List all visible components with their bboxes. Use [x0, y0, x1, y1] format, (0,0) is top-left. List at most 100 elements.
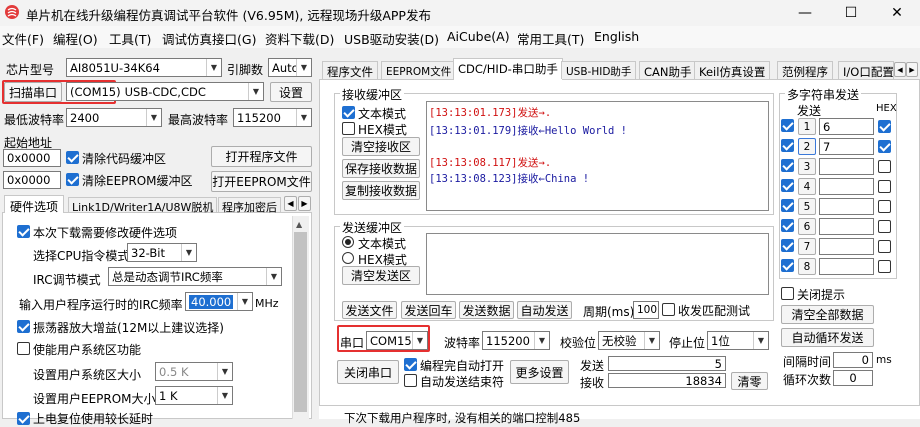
row-hex-checkbox[interactable] [878, 200, 891, 213]
menu-tools[interactable]: 工具(T) [109, 29, 151, 48]
clear-all-data-button[interactable]: 清空全部数据 [781, 305, 874, 324]
tab-scroll-left-icon[interactable]: ◀ [284, 196, 297, 211]
chip-model-select[interactable]: AI8051U-34K64 ▼ [66, 58, 222, 77]
sys-size-select[interactable]: 0.5 K ▼ [155, 362, 233, 381]
menu-aicube[interactable]: AiCube(A) [447, 29, 510, 44]
recv-match-checkbox[interactable] [662, 303, 675, 316]
open-program-file-button[interactable]: 打开程序文件 [211, 146, 312, 167]
tab-scroll-right-icon[interactable]: ▶ [906, 62, 918, 77]
send-hex-mode-radio[interactable] [342, 252, 354, 264]
tab-scroll-left-icon[interactable]: ◀ [894, 62, 906, 77]
row-string-input[interactable] [819, 238, 874, 255]
menu-usb-driver[interactable]: USB驱动安装(D) [344, 29, 439, 48]
row-string-input[interactable] [819, 198, 874, 215]
cpu-mode-select[interactable]: 32-Bit ▼ [127, 243, 197, 262]
tab-can[interactable]: CAN助手 [639, 61, 697, 79]
recv-text-mode-checkbox[interactable] [342, 106, 355, 119]
clear-receive-button[interactable]: 清空接收区 [342, 137, 420, 156]
send-text-mode-radio[interactable] [342, 236, 354, 248]
row-send-checkbox[interactable] [781, 119, 794, 132]
row-send-checkbox[interactable] [781, 239, 794, 252]
row-send-button[interactable]: 6 [798, 218, 816, 235]
tab-eeprom-file[interactable]: EEPROM文件 [381, 61, 457, 79]
recv-hex-mode-checkbox[interactable] [342, 122, 355, 135]
row-hex-checkbox[interactable] [878, 160, 891, 173]
menu-english[interactable]: English [594, 29, 639, 44]
save-receive-button[interactable]: 保存接收数据 [342, 159, 420, 178]
row-send-checkbox[interactable] [781, 159, 794, 172]
open-eeprom-file-button[interactable]: 打开EEPROM文件 [211, 171, 312, 192]
max-baud-select[interactable]: 115200 ▼ [233, 108, 312, 127]
row-string-input[interactable]: 6 [819, 118, 874, 135]
minimize-button[interactable]: — [782, 0, 828, 26]
row-hex-checkbox[interactable] [878, 180, 891, 193]
stop-bits-select[interactable]: 1位 ▼ [707, 331, 769, 350]
row-send-button[interactable]: 5 [798, 198, 816, 215]
tab-hardware-options[interactable]: 硬件选项 [4, 195, 65, 214]
tab-cdc-serial[interactable]: CDC/HID-串口助手 [453, 58, 563, 80]
send-cr-button[interactable]: 发送回车 [401, 301, 456, 319]
row-string-input[interactable]: 7 [819, 138, 874, 155]
auto-send-button[interactable]: 自动发送 [517, 301, 572, 319]
tab-scroll-right-icon[interactable]: ▶ [298, 196, 311, 211]
loop-count-input[interactable]: 0 [833, 370, 873, 386]
tab-program-encrypt[interactable]: 程序加密后 [218, 197, 281, 214]
row-send-button[interactable]: 2 [798, 138, 816, 155]
period-input[interactable]: 100 [633, 301, 659, 319]
close-window-button[interactable]: ✕ [874, 0, 920, 26]
send-text-area[interactable] [426, 233, 769, 295]
row-string-input[interactable] [819, 218, 874, 235]
irc-freq-select[interactable]: 40.000 ▼ [185, 292, 253, 311]
min-baud-select[interactable]: 2400 ▼ [66, 108, 162, 127]
clear-eeprom-checkbox[interactable] [66, 173, 79, 186]
row-string-input[interactable] [819, 258, 874, 275]
settings-button[interactable]: 设置 [270, 82, 312, 102]
address-1-input[interactable]: 0x0000 [3, 149, 61, 167]
tab-io-config[interactable]: I/O口配置 [838, 61, 894, 79]
osc-gain-checkbox[interactable] [17, 320, 30, 333]
menu-common-tools[interactable]: 常用工具(T) [517, 29, 584, 48]
auto-end-checkbox[interactable] [404, 374, 417, 387]
interval-input[interactable]: 0 [833, 352, 873, 368]
row-send-button[interactable]: 3 [798, 158, 816, 175]
row-hex-checkbox[interactable] [878, 240, 891, 253]
row-send-button[interactable]: 7 [798, 238, 816, 255]
row-hex-checkbox[interactable] [878, 120, 891, 133]
maximize-button[interactable]: ☐ [828, 0, 874, 26]
menu-file[interactable]: 文件(F) [2, 29, 44, 48]
copy-receive-button[interactable]: 复制接收数据 [342, 181, 420, 200]
baud-select[interactable]: 115200 ▼ [482, 331, 550, 350]
close-tip-checkbox[interactable] [781, 287, 794, 300]
clear-send-button[interactable]: 清空发送区 [342, 266, 420, 285]
irc-mode-select[interactable]: 总是动态调节IRC频率 ▼ [108, 267, 282, 286]
row-hex-checkbox[interactable] [878, 220, 891, 233]
row-string-input[interactable] [819, 158, 874, 175]
clear-count-button[interactable]: 清零 [731, 372, 768, 390]
row-send-checkbox[interactable] [781, 219, 794, 232]
row-string-input[interactable] [819, 178, 874, 195]
scrollbar-thumb[interactable] [294, 232, 307, 412]
user-sys-checkbox[interactable] [17, 342, 30, 355]
menu-debug-interface[interactable]: 调试仿真接口(G) [162, 29, 256, 48]
row-hex-checkbox[interactable] [878, 140, 891, 153]
parity-select[interactable]: 无校验 ▼ [598, 331, 660, 350]
row-send-checkbox[interactable] [781, 139, 794, 152]
tab-examples[interactable]: 范例程序 [777, 61, 833, 79]
auto-open-checkbox[interactable] [404, 358, 417, 371]
more-settings-button[interactable]: 更多设置 [510, 360, 569, 384]
menu-downloads[interactable]: 资料下载(D) [265, 29, 334, 48]
pin-count-select[interactable]: Auto ▼ [268, 58, 312, 77]
eeprom-size-select[interactable]: 1 K ▼ [155, 386, 233, 405]
send-data-button[interactable]: 发送数据 [459, 301, 514, 319]
com-port-select[interactable]: (COM15) USB-CDC,CDC ▼ [66, 82, 264, 101]
menu-program[interactable]: 编程(O) [53, 29, 98, 48]
auto-loop-send-button[interactable]: 自动循环发送 [781, 328, 874, 347]
row-send-checkbox[interactable] [781, 259, 794, 272]
row-send-button[interactable]: 8 [798, 258, 816, 275]
row-send-button[interactable]: 4 [798, 178, 816, 195]
row-send-button[interactable]: 1 [798, 118, 816, 135]
modify-hw-checkbox[interactable] [17, 225, 30, 238]
clear-code-checkbox[interactable] [66, 151, 79, 164]
row-send-checkbox[interactable] [781, 179, 794, 192]
address-2-input[interactable]: 0x0000 [3, 171, 61, 189]
